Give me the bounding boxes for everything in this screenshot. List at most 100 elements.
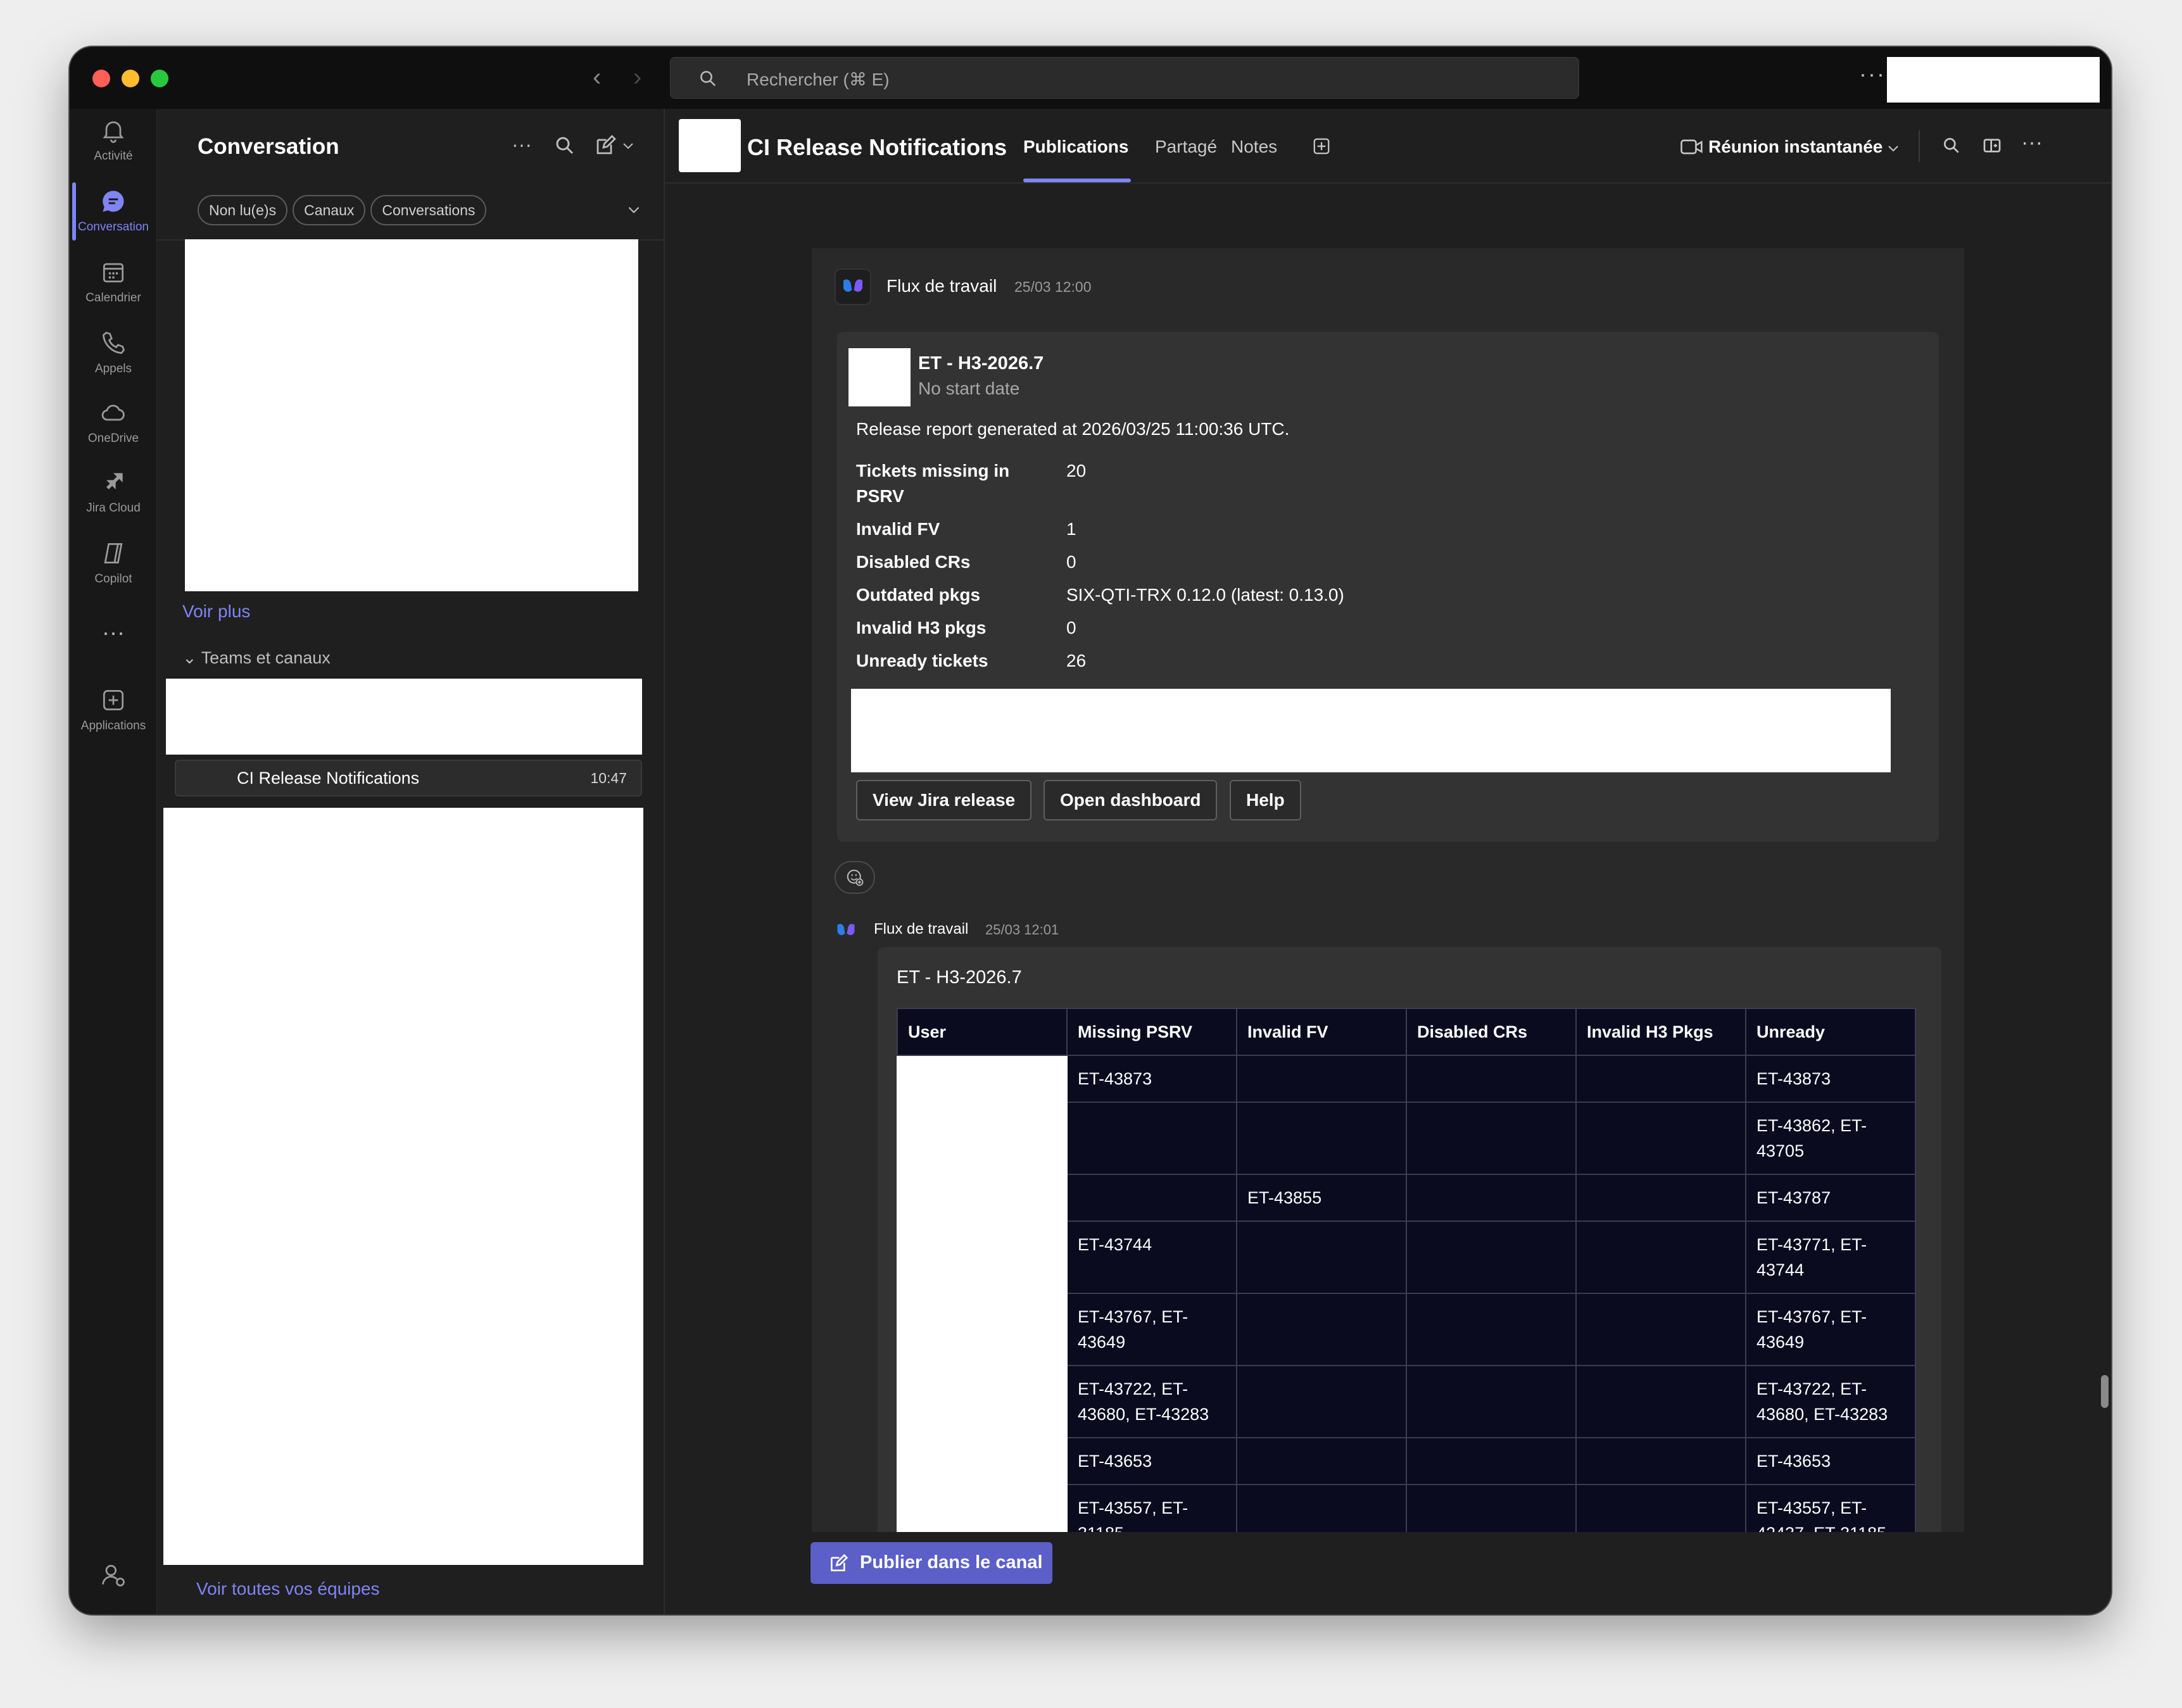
rail-label: Conversation <box>78 220 149 234</box>
adaptive-card: ET - H3-2026.7 User Missing PSRV Invalid… <box>878 947 1941 1532</box>
rail-account[interactable] <box>70 1561 157 1614</box>
table-cell: ET-43653 <box>1745 1437 1916 1485</box>
rail-more-icon[interactable]: ··· <box>70 621 157 655</box>
jira-icon <box>106 473 123 489</box>
redacted-chat-list[interactable] <box>185 239 638 591</box>
table-cell <box>1406 1437 1577 1485</box>
more-options-icon[interactable]: ··· <box>2021 130 2043 154</box>
see-more-link[interactable]: Voir plus <box>182 601 250 622</box>
zoom-window-button[interactable] <box>151 70 168 87</box>
user-cell <box>897 1055 1068 1103</box>
search-input[interactable]: Rechercher (⌘ E) <box>670 57 1579 99</box>
tab-notes[interactable]: Notes <box>1231 137 1277 157</box>
rail-activity[interactable]: Activité <box>70 116 157 186</box>
minimize-window-button[interactable] <box>122 70 139 87</box>
table-cell <box>1575 1365 1746 1438</box>
meet-now-button[interactable]: Réunion instantanée <box>1708 137 1882 157</box>
add-reaction-button[interactable] <box>835 861 875 894</box>
profile-area[interactable] <box>1887 57 2100 103</box>
filter-conversations[interactable]: Conversations <box>370 195 487 225</box>
table-cell <box>1406 1221 1577 1294</box>
redacted-team[interactable] <box>166 679 642 755</box>
table-row: ET-43722, ET-43680, ET-43283 ET-43722, ET… <box>897 1365 1916 1438</box>
table-cell <box>1406 1174 1577 1222</box>
user-cell <box>897 1102 1068 1175</box>
filter-unread[interactable]: Non lu(e)s <box>198 195 288 225</box>
add-tab-icon[interactable] <box>1312 137 1331 156</box>
card-title: ET - H3-2026.7 <box>897 967 1022 988</box>
view-jira-release-button[interactable]: View Jira release <box>856 780 1032 820</box>
redacted-channel-list[interactable] <box>163 808 643 1565</box>
message-area: Flux de travail 25/03 12:00 ET - H3-2026… <box>665 184 2111 1532</box>
rail-copilot[interactable]: Copilot <box>70 539 157 609</box>
rail-calls[interactable]: Appels <box>70 329 157 399</box>
rail-label: Copilot <box>94 572 132 586</box>
table-cell <box>1575 1174 1746 1222</box>
conversation-list-panel: Conversation ··· Non lu(e)s Canaux Convers… <box>157 109 665 1614</box>
channel-name: CI Release Notifications <box>237 769 420 788</box>
rail-applications[interactable]: Applications <box>70 686 157 756</box>
rail-jira-cloud[interactable]: Jira Cloud <box>70 468 157 538</box>
user-cell <box>897 1365 1068 1438</box>
column-header: Missing PSRV <box>1066 1008 1237 1056</box>
table-header-row: User Missing PSRV Invalid FV Disabled CR… <box>897 1008 1916 1056</box>
new-chat-icon[interactable] <box>594 134 617 157</box>
teams-channels-header[interactable]: ⌄ Teams et canaux <box>182 648 331 668</box>
calendar-icon <box>103 263 124 283</box>
table-cell: ET-43767, ET-43649 <box>1066 1293 1237 1366</box>
table-cell <box>1066 1102 1237 1175</box>
chevron-down-icon[interactable] <box>1886 141 1901 156</box>
plus-square-icon <box>103 689 124 711</box>
rail-conversation[interactable]: Conversation <box>70 187 157 257</box>
user-cell <box>897 1437 1068 1485</box>
chevron-down-icon[interactable] <box>621 134 636 157</box>
fact-value: 0 <box>1066 618 1076 637</box>
table-cell: ET-43557, ET-31185 <box>1066 1484 1237 1532</box>
table-cell <box>1236 1221 1407 1294</box>
fact-value: 26 <box>1066 651 1087 670</box>
post-button-label: Publier dans le canal <box>860 1552 1043 1573</box>
channel-header: CI Release Notifications Publications Pa… <box>665 109 2111 184</box>
pop-out-icon[interactable] <box>1982 135 2002 156</box>
table-cell: ET-43787 <box>1745 1174 1916 1222</box>
fact-key: Outdated pkgs <box>856 585 981 605</box>
rail-label: Activité <box>94 149 133 163</box>
table-row: ET-43653 ET-43653 <box>897 1437 1916 1485</box>
post-in-channel-button[interactable]: Publier dans le canal <box>810 1542 1052 1584</box>
table-cell <box>1406 1055 1577 1103</box>
tab-shared[interactable]: Partagé <box>1155 137 1217 157</box>
forward-arrow-icon[interactable]: › <box>633 65 641 90</box>
channel-title: CI Release Notifications <box>747 134 1007 160</box>
rail-calendar[interactable]: Calendrier <box>70 258 157 328</box>
more-options-icon[interactable]: ··· <box>1859 61 1886 87</box>
panel-search-icon[interactable] <box>553 134 576 157</box>
table-cell <box>1575 1221 1746 1294</box>
close-window-button[interactable] <box>92 70 110 87</box>
filter-channels[interactable]: Canaux <box>293 195 366 225</box>
fact-value: 1 <box>1066 519 1076 539</box>
chevron-down-icon[interactable] <box>626 201 642 218</box>
panel-more-icon[interactable]: ··· <box>512 133 534 156</box>
table-cell: ET-43744 <box>1066 1221 1237 1294</box>
back-arrow-icon[interactable]: ‹ <box>593 65 601 90</box>
table-cell: ET-43722, ET-43680, ET-43283 <box>1066 1365 1237 1438</box>
search-icon[interactable] <box>1941 135 1962 156</box>
panel-title: Conversation <box>198 134 339 159</box>
table-cell: ET-43862, ET-43705 <box>1745 1102 1916 1175</box>
chat-icon <box>103 191 124 212</box>
table-row: ET-43557, ET-31185 ET-43557, ET-42437, ET… <box>897 1484 1916 1532</box>
emoji-add-icon <box>847 869 864 886</box>
rail-onedrive[interactable]: OneDrive <box>70 399 157 468</box>
scrollbar-thumb[interactable] <box>2101 1375 2109 1408</box>
see-all-teams-link[interactable]: Voir toutes vos équipes <box>196 1579 380 1599</box>
channel-item-ci-release[interactable]: CI Release Notifications 10:47 <box>175 760 642 796</box>
bell-icon <box>103 121 124 143</box>
tab-publications[interactable]: Publications <box>1023 137 1128 157</box>
table-cell: ET-43557, ET-42437, ET-31185 <box>1745 1484 1916 1532</box>
open-dashboard-button[interactable]: Open dashboard <box>1044 780 1218 820</box>
adaptive-card: ET - H3-2026.7 No start date Release rep… <box>837 332 1939 842</box>
table-cell <box>1236 1293 1407 1366</box>
table-cell <box>1236 1484 1407 1532</box>
filter-chips: Non lu(e)s Canaux Conversations <box>198 195 491 225</box>
help-button[interactable]: Help <box>1230 780 1301 820</box>
